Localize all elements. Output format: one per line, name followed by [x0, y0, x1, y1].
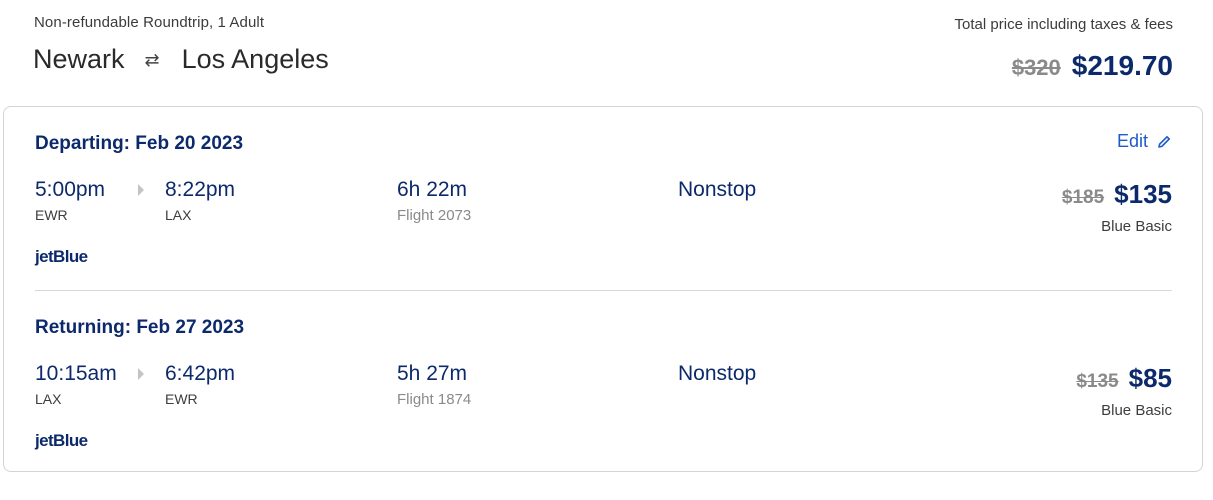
- segment-original-price: $135: [1076, 371, 1119, 392]
- stops-label: Nonstop: [678, 178, 757, 201]
- depart-time: 10:15am: [35, 362, 117, 385]
- arrow-right-icon: [138, 184, 144, 196]
- flight-duration: 6h 22m: [397, 178, 468, 201]
- flight-number: Flight 1874: [397, 391, 472, 408]
- segment-price: $135 $85: [1076, 363, 1172, 394]
- route-title: Newark ⇄ Los Angeles: [33, 44, 329, 75]
- swap-arrows-icon: ⇄: [144, 50, 160, 70]
- total-price-label: Total price including taxes & fees: [954, 16, 1173, 33]
- arrow-right-icon: [138, 368, 144, 380]
- segment-discounted-price: $135: [1114, 179, 1172, 209]
- edit-button[interactable]: Edit: [1117, 131, 1172, 152]
- arrive-airport-code: LAX: [165, 207, 192, 223]
- total-price: $320 $219.70: [1012, 50, 1173, 82]
- destination-city: Los Angeles: [181, 44, 329, 74]
- fare-type: Blue Basic: [1101, 402, 1172, 419]
- total-discounted-price: $219.70: [1071, 50, 1173, 81]
- depart-time: 5:00pm: [35, 178, 106, 201]
- departing-segment: Departing: Feb 20 2023 Edit 5:00pm EWR 8…: [4, 107, 1202, 291]
- departing-title: Departing: Feb 20 2023: [35, 133, 244, 154]
- itinerary-card: Departing: Feb 20 2023 Edit 5:00pm EWR 8…: [3, 106, 1203, 472]
- airline-logo: jetBlue: [35, 431, 88, 450]
- flight-number: Flight 2073: [397, 207, 472, 224]
- arrive-time: 8:22pm: [165, 178, 236, 201]
- flight-duration: 5h 27m: [397, 362, 468, 385]
- total-original-price: $320: [1011, 55, 1061, 80]
- returning-title: Returning: Feb 27 2023: [35, 317, 245, 338]
- pencil-icon: [1158, 135, 1170, 148]
- stops-label: Nonstop: [678, 362, 757, 385]
- segment-discounted-price: $85: [1128, 363, 1172, 393]
- edit-label: Edit: [1116, 131, 1148, 151]
- arrive-time: 6:42pm: [165, 362, 236, 385]
- airline-logo: jetBlue: [35, 247, 88, 266]
- origin-city: Newark: [33, 44, 125, 74]
- trip-summary-page: Non-refundable Roundtrip, 1 Adult Newark…: [0, 0, 1213, 500]
- segment-original-price: $185: [1061, 187, 1105, 208]
- segment-price: $185 $135: [1062, 179, 1172, 210]
- fare-type: Blue Basic: [1101, 218, 1172, 235]
- depart-airport-code: EWR: [35, 207, 68, 223]
- returning-segment: Returning: Feb 27 2023 10:15am LAX 6:42p…: [4, 291, 1202, 475]
- trip-type-label: Non-refundable Roundtrip, 1 Adult: [34, 14, 265, 31]
- depart-airport-code: LAX: [35, 391, 62, 407]
- arrive-airport-code: EWR: [165, 391, 198, 407]
